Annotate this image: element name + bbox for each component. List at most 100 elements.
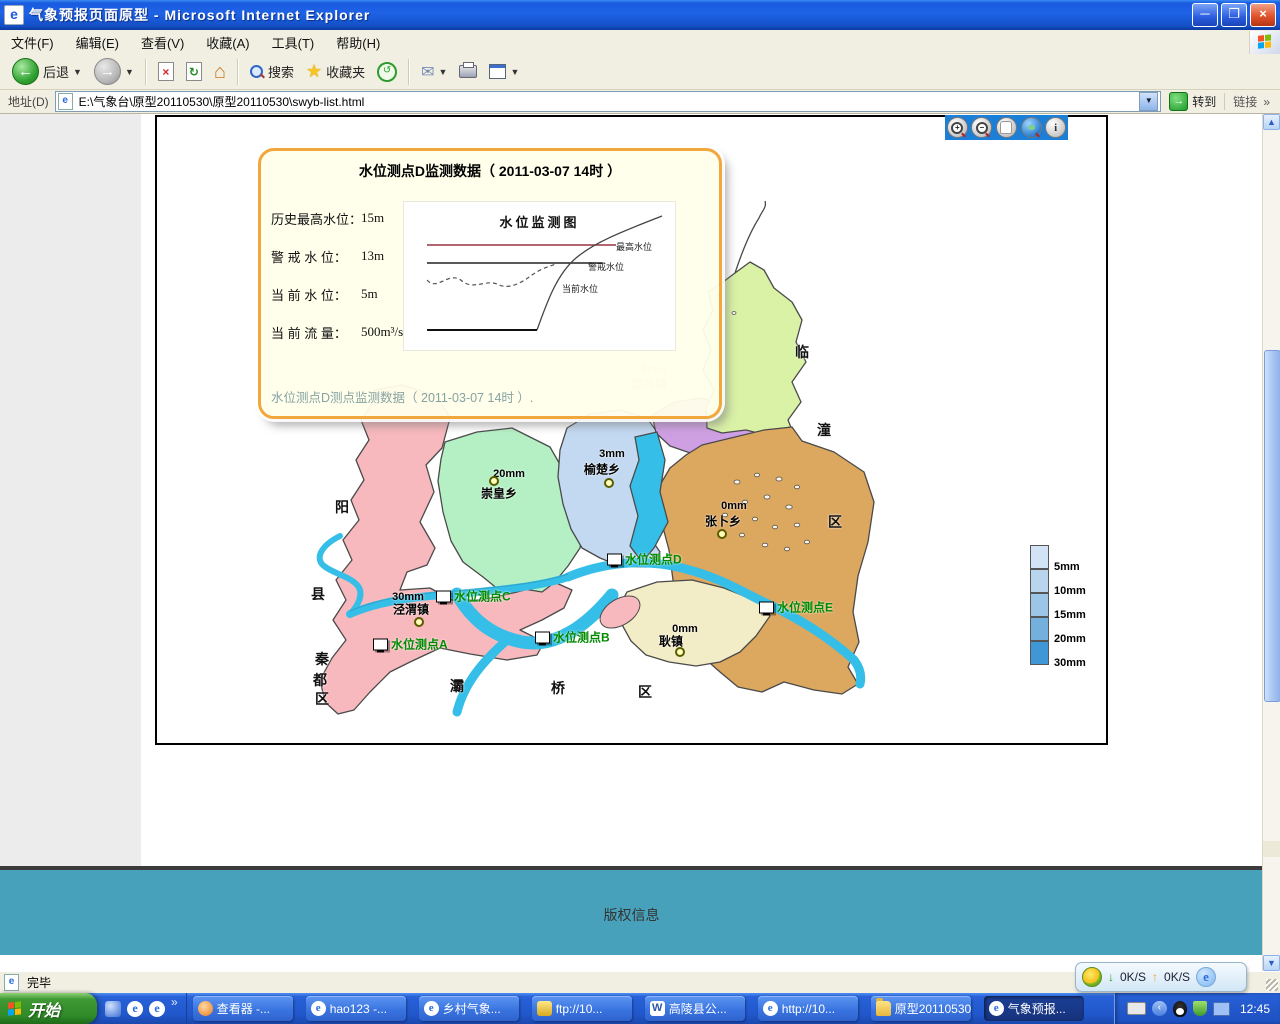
town-marker[interactable] [414, 617, 424, 627]
360-safety-icon[interactable] [1082, 967, 1102, 987]
home-button[interactable]: ⌂ [208, 61, 232, 83]
search-button[interactable]: 搜索 [244, 60, 300, 83]
ie-icon: e [424, 1001, 439, 1016]
go-label: 转到 [1192, 93, 1216, 110]
task-button-rural-weather[interactable]: e 乡村气象... [419, 996, 519, 1021]
qq-tray-icon[interactable] [1173, 1001, 1187, 1017]
network-tray-icon[interactable] [1213, 1002, 1230, 1016]
menu-view[interactable]: 查看(V) [130, 30, 195, 55]
back-button[interactable]: ← 后退 ▼ [6, 56, 88, 87]
scrollbar-corner [1263, 841, 1280, 857]
town-marker[interactable] [675, 647, 685, 657]
water-level-chart: 水位监测图 最高水位 警戒水位 当前水位 [403, 201, 676, 351]
station-B[interactable]: 水位测点B [535, 629, 610, 646]
quick-launch-icon-browser[interactable]: e [127, 1001, 143, 1017]
history-button[interactable]: ↺ [371, 60, 403, 84]
menu-help[interactable]: 帮助(H) [325, 30, 391, 55]
edit-dropdown-icon[interactable]: ▼ [510, 67, 519, 77]
task-button-weather-active[interactable]: e 气象预报... [984, 996, 1084, 1021]
task-button-ftp[interactable]: ftp://10... [532, 996, 632, 1021]
refresh-icon: ↻ [186, 62, 202, 81]
refresh-button[interactable]: ↻ [180, 60, 208, 83]
system-tray: ‹ 12:45 [1114, 993, 1280, 1024]
back-label: 后退 [43, 62, 69, 81]
vertical-scroll-thumb[interactable] [1264, 350, 1280, 702]
ie-icon: e [989, 1001, 1004, 1016]
station-d-popup[interactable]: 水位测点D监测数据（ 2011-03-07 14时 ） 历史最高水位： 15m … [258, 148, 722, 419]
task-button-http[interactable]: e http://10... [758, 996, 858, 1021]
popup-caption: 水位测点D测点监测数据（ 2011-03-07 14时 ）. [271, 387, 533, 406]
close-button[interactable]: × [1250, 3, 1276, 27]
site-footer: 版权信息 [0, 866, 1263, 955]
menu-edit[interactable]: 编辑(E) [65, 30, 130, 55]
back-icon: ← [12, 58, 39, 85]
zoom-world-icon[interactable] [1021, 117, 1042, 138]
zoom-out-icon[interactable]: − [971, 117, 992, 138]
go-arrow-icon: → [1169, 92, 1188, 111]
pan-hand-icon[interactable] [996, 117, 1017, 138]
ftp-icon [537, 1001, 552, 1016]
task-button-hao123[interactable]: e hao123 -... [306, 996, 406, 1021]
scroll-down-icon[interactable]: ▼ [1263, 955, 1280, 971]
zoom-in-icon[interactable]: + [947, 117, 968, 138]
station-A[interactable]: 水位测点A [373, 636, 448, 653]
net-speed-widget[interactable]: ↓ 0K/S ↑ 0K/S e [1075, 962, 1247, 992]
taskbar: 开始 e e » 查看器 -... e hao123 -... e 乡村气象..… [0, 993, 1280, 1024]
mail-button[interactable]: ✉▼ [415, 60, 453, 84]
station-C[interactable]: 水位测点C [436, 588, 511, 605]
task-buttons: 查看器 -... e hao123 -... e 乡村气象... ftp://1… [193, 996, 1084, 1021]
tray-collapse-icon[interactable]: ‹ [1152, 1001, 1167, 1016]
legend-swatch [1030, 593, 1049, 617]
tray-clock[interactable]: 12:45 [1240, 1002, 1270, 1016]
menu-tools[interactable]: 工具(T) [261, 30, 326, 55]
task-button-word-doc[interactable]: W 高陵县公... [645, 996, 745, 1021]
start-button[interactable]: 开始 [0, 993, 97, 1024]
keyboard-tray-icon[interactable] [1127, 1002, 1146, 1015]
mail-dropdown-icon[interactable]: ▼ [439, 67, 448, 77]
window-title: 气象预报页面原型 - Microsoft Internet Explorer [29, 5, 1189, 25]
station-label: 水位测点A [391, 636, 448, 653]
print-button[interactable] [453, 63, 483, 80]
field-value: 5m [361, 286, 378, 302]
station-monitor-icon [535, 631, 550, 643]
town-marker[interactable] [604, 478, 614, 488]
go-button[interactable]: → 转到 [1161, 92, 1224, 111]
town-marker[interactable] [717, 529, 727, 539]
forward-dropdown-icon[interactable]: ▼ [125, 67, 134, 77]
forward-button[interactable]: → ▼ [88, 56, 140, 87]
stop-button[interactable]: × [152, 60, 180, 83]
restore-button[interactable]: ❐ [1221, 3, 1247, 27]
task-button-folder[interactable]: 原型20110530 [871, 996, 971, 1021]
ie-widget-icon[interactable]: e [1196, 967, 1216, 987]
district-char: 潼 [817, 420, 831, 440]
menu-favorites[interactable]: 收藏(A) [195, 30, 260, 55]
edit-button[interactable]: ▼ [483, 62, 525, 81]
page-icon: e [58, 93, 73, 110]
district-char: 县 [311, 584, 325, 604]
menu-file[interactable]: 文件(F) [0, 30, 65, 55]
address-dropdown-icon[interactable]: ▼ [1139, 92, 1158, 111]
quick-launch-chevron-icon[interactable]: » [171, 995, 178, 1009]
address-label: 地址(D) [2, 93, 55, 110]
town-marker[interactable] [489, 476, 499, 486]
info-icon[interactable]: i [1045, 117, 1066, 138]
scroll-up-icon[interactable]: ▲ [1263, 114, 1280, 130]
quick-launch-icon-ie[interactable]: e [149, 1001, 165, 1017]
links-section[interactable]: 链接 » [1224, 93, 1278, 110]
legend-swatch [1030, 617, 1049, 641]
station-E[interactable]: 水位测点E [759, 599, 833, 616]
station-monitor-icon [759, 601, 774, 613]
task-button-viewer[interactable]: 查看器 -... [193, 996, 293, 1021]
menu-bar: 文件(F) 编辑(E) 查看(V) 收藏(A) 工具(T) 帮助(H) [0, 30, 1280, 55]
resize-grip[interactable] [1266, 979, 1278, 991]
back-dropdown-icon[interactable]: ▼ [73, 67, 82, 77]
legend-label: 15mm [1054, 609, 1086, 621]
quick-launch-icon-messenger[interactable] [105, 1001, 121, 1017]
window-titlebar[interactable]: e 气象预报页面原型 - Microsoft Internet Explorer… [0, 0, 1280, 30]
favorites-button[interactable]: ★ 收藏夹 [300, 59, 371, 84]
address-input[interactable] [77, 94, 1140, 110]
minimize-button[interactable]: ─ [1192, 3, 1218, 27]
security-shield-icon[interactable] [1193, 1001, 1207, 1016]
station-D[interactable]: 水位测点D [607, 551, 682, 568]
links-chevron-icon[interactable]: » [1263, 95, 1270, 109]
